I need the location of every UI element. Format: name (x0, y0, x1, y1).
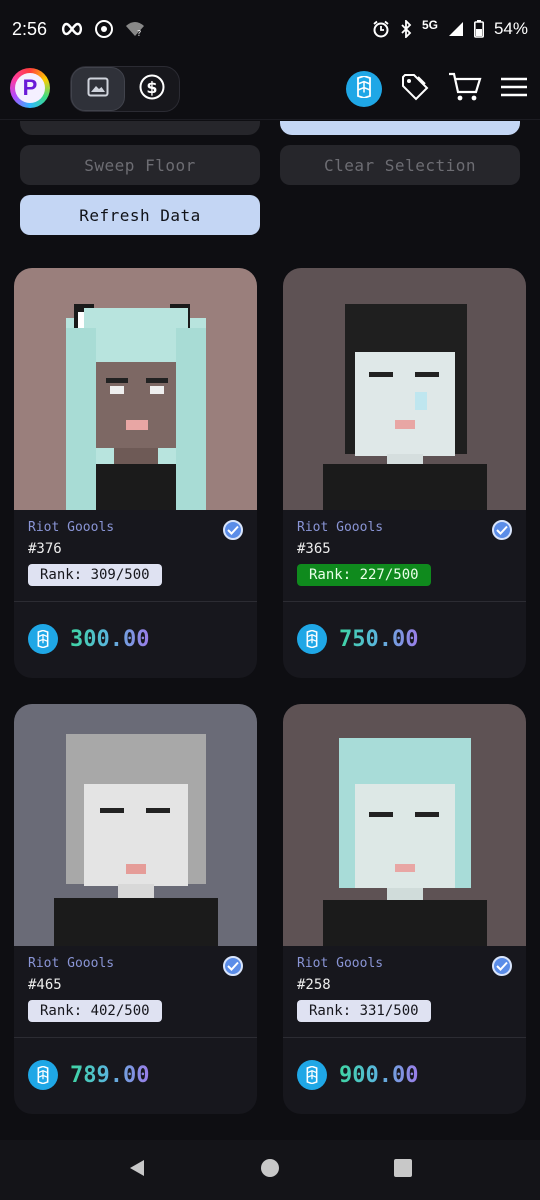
nft-image (14, 268, 257, 510)
chrome-icon (95, 20, 114, 38)
verified-check-icon (492, 520, 512, 540)
svg-text:?: ? (137, 29, 141, 37)
nft-card[interactable]: Riot Goools #465 Rank: 402/500 789.00 (14, 704, 257, 1114)
sweep-floor-button[interactable]: Sweep Floor (20, 145, 260, 185)
app-logo[interactable]: P (10, 68, 50, 108)
cart-icon[interactable] (448, 72, 482, 106)
svg-text:$: $ (146, 78, 157, 97)
fantom-network-button[interactable] (346, 71, 382, 107)
scrolled-button-right[interactable] (280, 121, 520, 135)
tag-icon[interactable] (400, 72, 430, 106)
collection-name[interactable]: Riot Goools (297, 956, 512, 971)
verified-check-icon (223, 956, 243, 976)
nft-card[interactable]: Riot Goools #258 Rank: 331/500 900.00 (283, 704, 526, 1114)
token-id: #258 (297, 977, 331, 993)
image-icon (87, 77, 109, 101)
clear-selection-button[interactable]: Clear Selection (280, 145, 520, 185)
wifi-unknown-icon: ? (125, 21, 145, 37)
back-triangle-icon (127, 1158, 147, 1182)
recents-square-icon (393, 1158, 413, 1182)
fantom-icon (28, 624, 58, 654)
bluetooth-icon (400, 20, 412, 38)
fantom-icon (297, 624, 327, 654)
battery-percent: 54% (493, 19, 528, 38)
nft-view-button[interactable] (71, 67, 125, 111)
recents-button[interactable] (383, 1150, 423, 1190)
token-view-button[interactable]: $ (125, 67, 179, 111)
infinity-icon (61, 22, 83, 36)
verified-check-icon (223, 520, 243, 540)
verified-check-icon (492, 956, 512, 976)
nft-image (14, 704, 257, 946)
nft-image (283, 704, 526, 946)
logo-letter: P (15, 73, 45, 103)
scrolled-button-left[interactable] (20, 121, 260, 135)
back-button[interactable] (117, 1150, 157, 1190)
nft-card[interactable]: Riot Goools #365 Rank: 227/500 750.00 (283, 268, 526, 678)
fantom-icon (28, 1060, 58, 1090)
token-id: #365 (297, 541, 331, 557)
price-value: 300.00 (70, 626, 150, 652)
dollar-icon: $ (139, 74, 165, 104)
app-header: P $ (0, 58, 540, 120)
menu-icon[interactable] (500, 76, 528, 102)
network-type: 5G (421, 18, 438, 32)
home-circle-icon (260, 1158, 280, 1182)
nft-card[interactable]: Riot Goools #376 Rank: 309/500 300.00 (14, 268, 257, 678)
fantom-icon (297, 1060, 327, 1090)
rank-badge: Rank: 331/500 (297, 1000, 431, 1022)
refresh-data-button[interactable]: Refresh Data (20, 195, 260, 235)
token-id: #465 (28, 977, 62, 993)
home-button[interactable] (250, 1150, 290, 1190)
battery-icon (473, 20, 484, 38)
price-value: 789.00 (70, 1062, 150, 1088)
collection-name[interactable]: Riot Goools (297, 520, 512, 535)
rank-badge: Rank: 227/500 (297, 564, 431, 586)
rank-badge: Rank: 402/500 (28, 1000, 162, 1022)
token-id: #376 (28, 541, 62, 557)
fantom-icon (355, 75, 373, 102)
system-nav-bar (0, 1140, 540, 1200)
rank-badge: Rank: 309/500 (28, 564, 162, 586)
status-bar: 2:56 ? 5G 54% (0, 0, 540, 58)
collection-name[interactable]: Riot Goools (28, 520, 243, 535)
status-time: 2:56 (12, 18, 48, 39)
nft-image (283, 268, 526, 510)
signal-icon (448, 21, 464, 37)
view-toggle: $ (70, 66, 180, 112)
alarm-icon (372, 20, 390, 38)
price-value: 900.00 (339, 1062, 419, 1088)
collection-name[interactable]: Riot Goools (28, 956, 243, 971)
nft-list-area[interactable]: Sweep Floor Clear Selection Refresh Data… (0, 121, 540, 1140)
price-value: 750.00 (339, 626, 419, 652)
